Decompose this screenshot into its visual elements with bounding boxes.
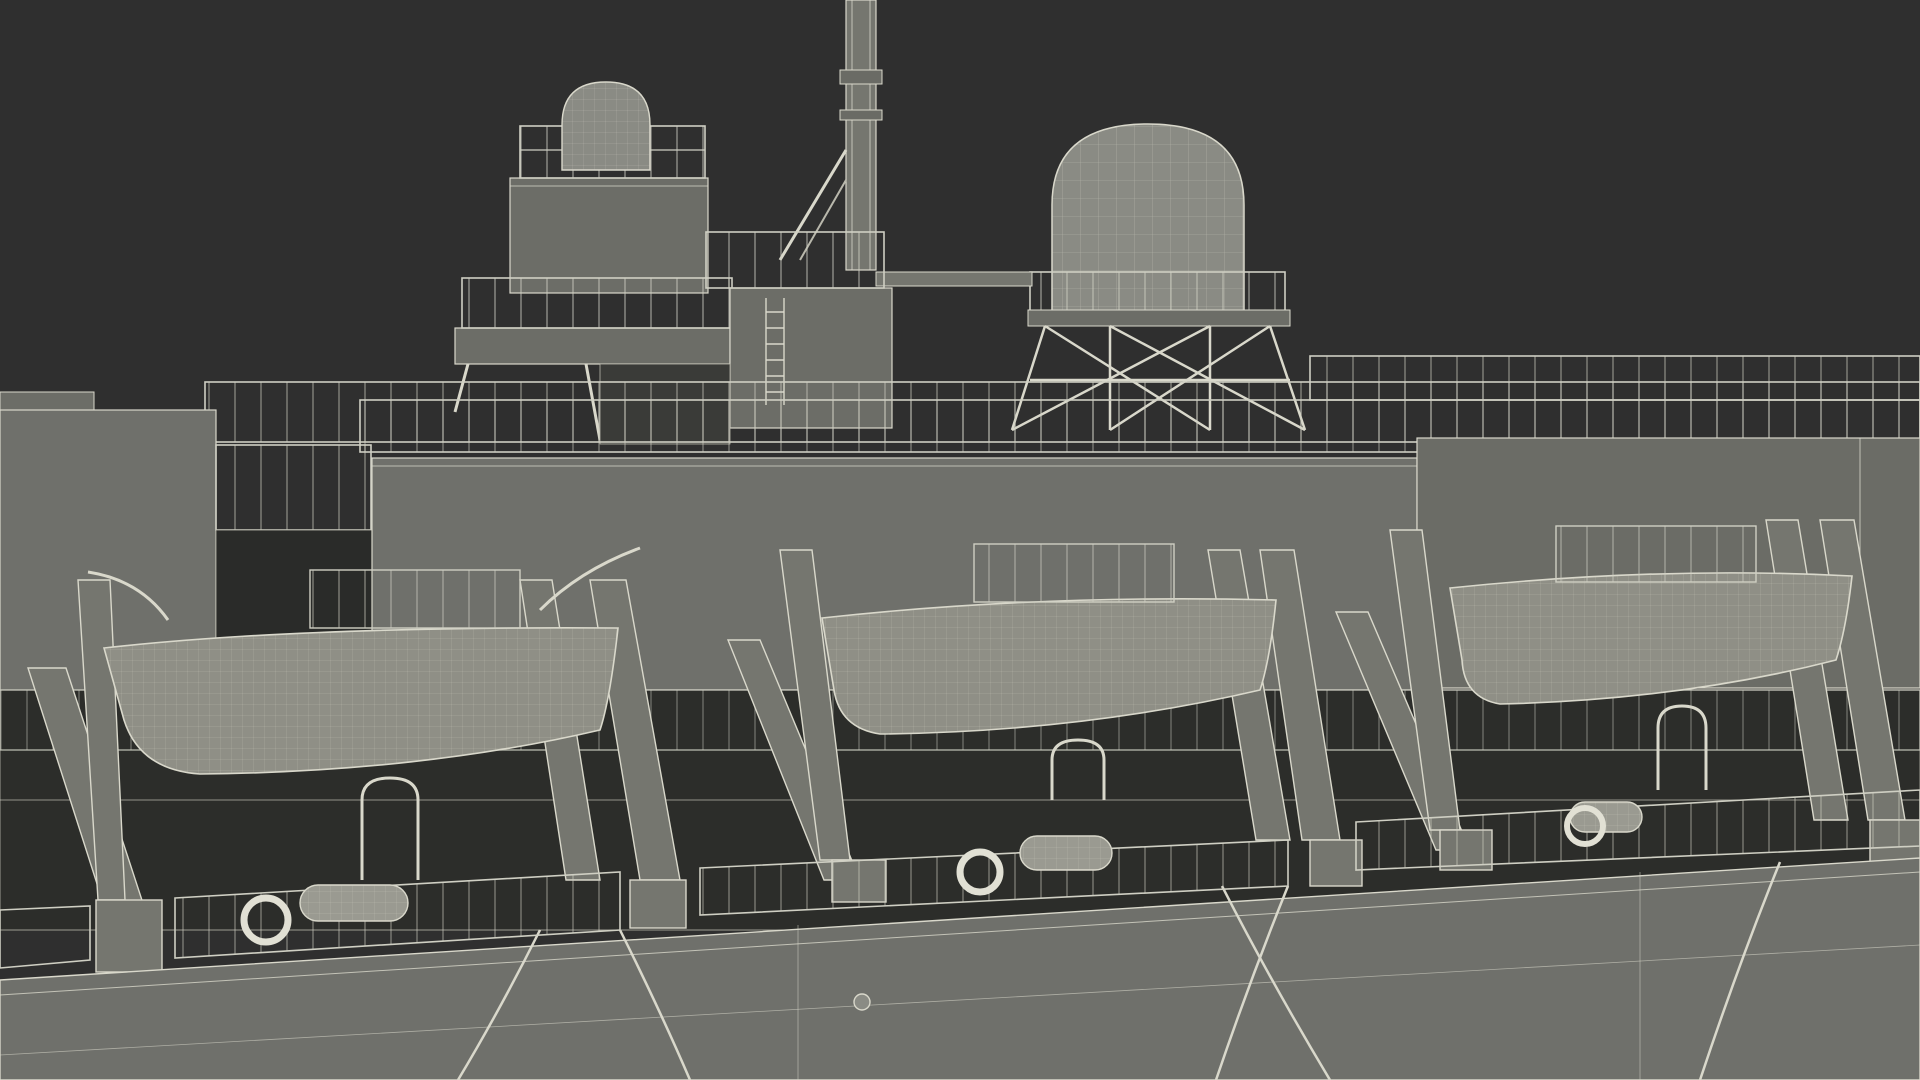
hull-fitting xyxy=(853,993,871,1011)
mast-connector xyxy=(875,271,1033,287)
liferaft-canister-1 xyxy=(299,884,409,922)
render-viewport xyxy=(0,0,1920,1080)
liferaft-canister-2 xyxy=(1019,835,1113,871)
ship-render-canvas xyxy=(0,0,1920,1080)
radome-small xyxy=(561,81,651,171)
